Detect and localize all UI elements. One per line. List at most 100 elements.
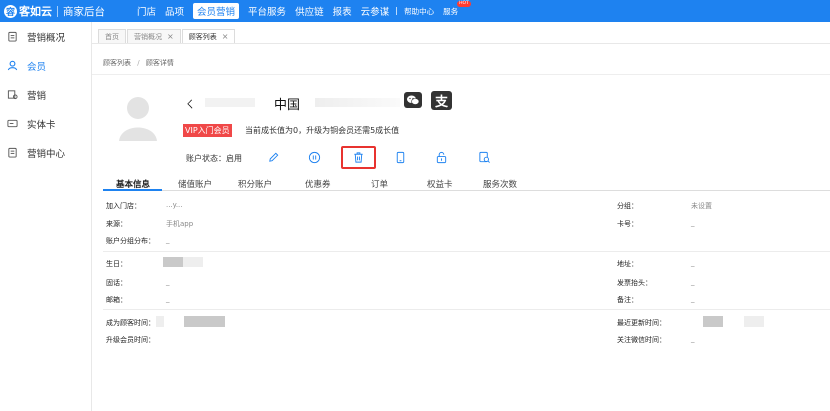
clipboard-icon xyxy=(7,31,18,42)
divider xyxy=(92,74,830,75)
tab-service-count[interactable]: 服务次数 xyxy=(483,178,517,190)
customer-name: ㄑ xyxy=(185,100,195,111)
phone-icon[interactable] xyxy=(393,150,407,164)
sidebar-item-label: 营销中心 xyxy=(27,148,66,160)
last-update-label: 最近更新时间： xyxy=(617,319,666,327)
edit-icon[interactable] xyxy=(266,150,280,164)
pause-icon[interactable] xyxy=(307,150,321,164)
masked-last-update xyxy=(703,316,723,327)
delete-highlight-box xyxy=(341,146,376,169)
alipay-icon: 支 xyxy=(431,91,452,110)
page-tab-label: 顾客列表 xyxy=(188,32,217,41)
sidebar-item-label: 营销 xyxy=(27,90,47,102)
brand-divider xyxy=(57,5,58,17)
nav-service[interactable]: 服务 HOT xyxy=(443,0,471,17)
remark-label: 备注： xyxy=(617,296,638,304)
card-number-label: 卡号： xyxy=(617,220,638,228)
nav-service-label: 服务 xyxy=(443,6,459,16)
address-label: 地址： xyxy=(617,260,638,268)
breadcrumb-parent[interactable]: 顾客列表 xyxy=(103,59,131,67)
brand[interactable]: 容 客如云 商家后台 xyxy=(4,3,105,19)
store-value: ...y... xyxy=(166,201,183,209)
account-status: 账户状态：启用 xyxy=(186,153,242,164)
group-value: 未设置 xyxy=(691,202,712,210)
top-navbar: 容 客如云 商家后台 门店 品项 会员营销 平台服务 供应链 报表 云参谋 帮助… xyxy=(0,0,830,22)
wechat-follow-value: _ xyxy=(691,335,695,343)
page-tab-label: 营销概况 xyxy=(134,32,162,41)
sidebar-item-label: 实体卡 xyxy=(27,119,56,131)
breadcrumb: 顾客列表 / 顾客详情 xyxy=(103,58,174,68)
sidebar-item-marketing[interactable]: 营销 xyxy=(0,80,91,109)
card-icon xyxy=(7,118,18,129)
active-tab-indicator xyxy=(103,189,162,191)
account-status-label: 账户状态： xyxy=(186,154,226,163)
sidebar-item-physical-card[interactable]: 实体卡 xyxy=(0,109,91,138)
tab-coupons[interactable]: 优惠券 xyxy=(305,178,331,190)
avatar xyxy=(119,93,157,141)
masked-birthday-tail xyxy=(183,257,203,267)
customer-since-label: 成为顾客时间： xyxy=(106,319,155,327)
account-status-value: 启用 xyxy=(226,154,242,163)
store-label: 加入门店： xyxy=(106,202,141,210)
unlock-icon[interactable] xyxy=(434,150,448,164)
page-tab-home[interactable]: 首页 xyxy=(98,29,126,43)
brand-name: 客如云 xyxy=(19,5,52,18)
members-icon xyxy=(7,60,18,71)
section-divider xyxy=(103,309,830,310)
sidebar-item-label: 营销概况 xyxy=(27,32,66,44)
hot-badge: HOT xyxy=(457,0,471,7)
nav-item-stores[interactable]: 门店 xyxy=(137,4,156,18)
nav-item-platform-services[interactable]: 平台服务 xyxy=(248,4,286,18)
masked-last-update-tail xyxy=(744,316,764,327)
center-icon xyxy=(7,147,18,158)
tab-points[interactable]: 积分账户 xyxy=(238,178,272,190)
wechat-icon xyxy=(404,92,422,108)
page-tab-customer-list[interactable]: 顾客列表 × xyxy=(181,29,236,43)
sidebar-item-marketing-overview[interactable]: 营销概况 xyxy=(0,22,91,51)
wechat-follow-label: 关注微信时间： xyxy=(617,336,666,344)
landline-value: _ xyxy=(166,278,170,286)
source-label: 来源： xyxy=(106,220,127,228)
close-icon[interactable]: × xyxy=(167,32,174,41)
masked-customer-since xyxy=(184,316,225,327)
invoice-title-label: 发票抬头： xyxy=(617,279,652,287)
invoice-title-value: _ xyxy=(691,278,695,286)
page-tab-bar: 首页 营销概况 × 顾客列表 × xyxy=(92,22,830,44)
masked-customer-since-start xyxy=(156,316,164,327)
landline-label: 固话： xyxy=(106,279,127,287)
distribution-label: 账户分组分布： xyxy=(106,237,155,245)
masked-phone-block xyxy=(315,98,400,107)
close-icon[interactable]: × xyxy=(222,32,229,41)
remark-value: _ xyxy=(691,295,695,303)
brand-subtitle: 商家后台 xyxy=(63,5,105,18)
top-nav: 门店 品项 会员营销 平台服务 供应链 报表 云参谋 帮助中心 服务 HOT xyxy=(137,0,471,22)
address-value: _ xyxy=(691,259,695,267)
nav-item-supply-chain[interactable]: 供应链 xyxy=(295,4,324,18)
nav-item-cloud-advisor[interactable]: 云参谋 xyxy=(361,4,390,18)
breadcrumb-current: 顾客详情 xyxy=(145,59,174,67)
distribution-value: _ xyxy=(166,236,170,244)
nav-item-member-marketing[interactable]: 会员营销 xyxy=(193,3,240,19)
growth-value-text: 当前成长值为0，升级为铜会员还需5成长值 xyxy=(245,126,400,135)
section-divider xyxy=(103,251,830,252)
tab-orders[interactable]: 订单 xyxy=(371,178,388,190)
vip-level-badge: VIP入门会员 xyxy=(183,124,232,137)
sidebar-item-members[interactable]: 会员 xyxy=(0,51,91,80)
masked-birthday xyxy=(163,257,183,267)
page-tab-label: 首页 xyxy=(105,32,119,41)
tab-benefit-card[interactable]: 权益卡 xyxy=(427,178,453,190)
member-search-icon[interactable] xyxy=(477,150,491,164)
sidebar: 营销概况 会员 营销 实体卡 营销中心 xyxy=(0,22,92,411)
nav-item-products[interactable]: 品项 xyxy=(165,4,184,18)
group-label: 分组： xyxy=(617,202,638,210)
sidebar-item-marketing-center[interactable]: 营销中心 xyxy=(0,138,91,167)
tab-stored-value[interactable]: 储值账户 xyxy=(178,178,212,190)
nav-item-reports[interactable]: 报表 xyxy=(333,4,352,18)
email-value: _ xyxy=(166,295,170,303)
detail-tab-bar: 基本信息 储值账户 积分账户 优惠券 订单 权益卡 服务次数 xyxy=(103,177,830,191)
brand-logo-icon: 容 xyxy=(4,4,17,18)
nav-help-center[interactable]: 帮助中心 xyxy=(404,6,434,17)
page-tab-marketing-overview[interactable]: 营销概况 × xyxy=(127,29,181,43)
card-number-value: _ xyxy=(691,219,695,227)
source-value: 手机app xyxy=(166,220,194,228)
